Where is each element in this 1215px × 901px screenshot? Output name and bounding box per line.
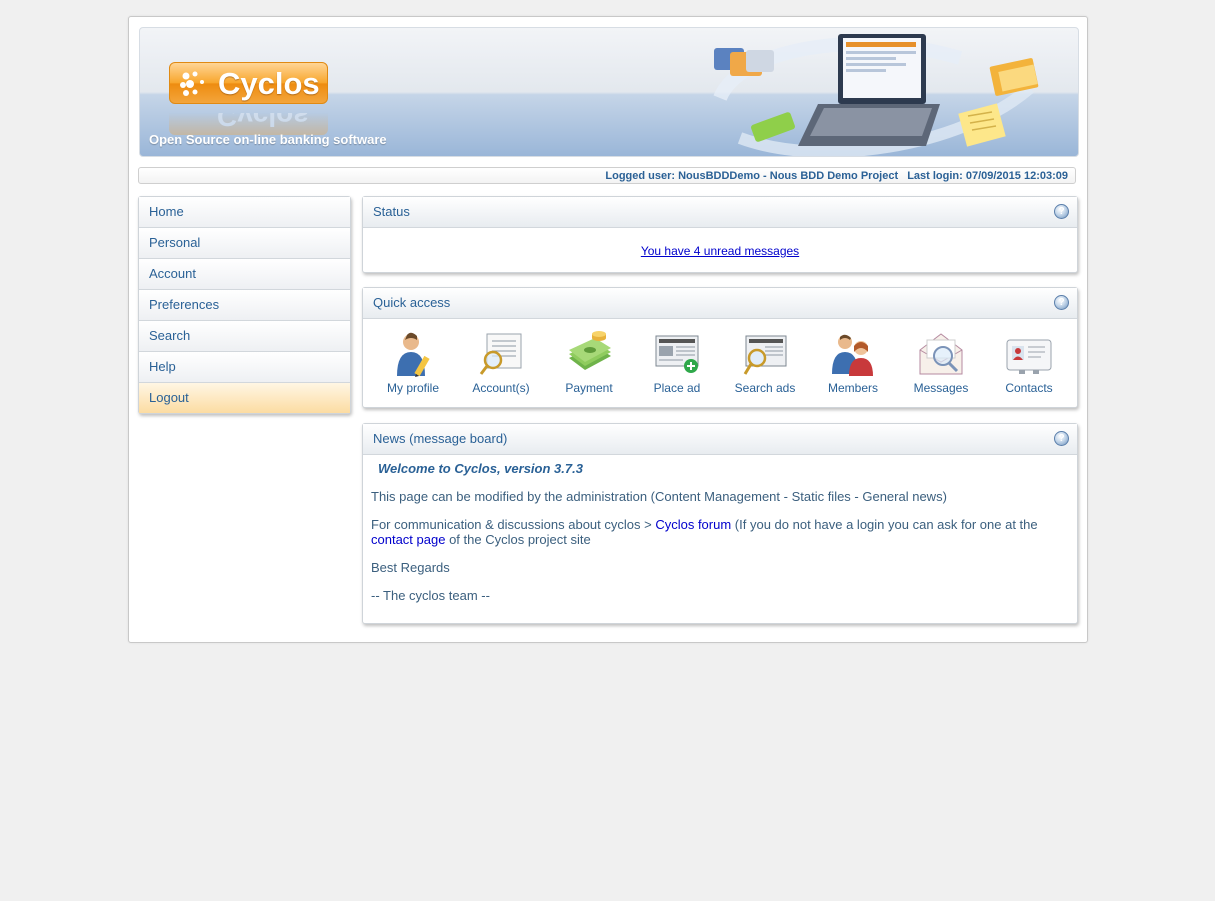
accounts-icon (479, 333, 522, 375)
quick-access-label: Place ad (653, 381, 701, 395)
quick-access-place-ad[interactable]: Place ad (633, 330, 721, 395)
quick-access-label: Search ads (734, 381, 796, 395)
menu-item-preferences[interactable]: Preferences (139, 290, 350, 321)
help-icon[interactable]: ? (1054, 204, 1069, 219)
status-title: Status (373, 204, 410, 219)
quick-access-title: Quick access (373, 295, 451, 310)
contact-page-link[interactable]: contact page (371, 532, 445, 547)
menu-item-home[interactable]: Home (139, 197, 350, 228)
news-signature: -- The cyclos team -- (371, 588, 490, 603)
unread-messages-link[interactable]: You have 4 unread messages (641, 244, 799, 258)
menu-item-account[interactable]: Account (139, 259, 350, 290)
quick-access-label: Contacts (1005, 381, 1053, 395)
help-icon[interactable]: ? (1054, 431, 1069, 446)
cyclos-forum-link[interactable]: Cyclos forum (655, 517, 731, 532)
menu-item-personal[interactable]: Personal (139, 228, 350, 259)
members-icon (832, 334, 873, 376)
news-regards: Best Regards (371, 560, 450, 575)
quick-access-search-ads[interactable]: Search ads (721, 330, 809, 395)
tagline: Open Source on-line banking software (149, 132, 387, 147)
news-title: News (message board) (373, 431, 508, 446)
logo-dots-icon (180, 71, 204, 96)
quick-access-label: Payment (565, 381, 613, 395)
menu-item-logout[interactable]: Logout (139, 383, 350, 413)
quick-access-messages[interactable]: Messages (897, 330, 985, 395)
news-panel: News (message board) ? Welcome to Cyclos… (362, 423, 1078, 624)
menu-item-help[interactable]: Help (139, 352, 350, 383)
search-ads-icon (743, 335, 787, 375)
quick-access-accounts[interactable]: Account(s) (457, 330, 545, 395)
quick-access-label: Messages (913, 381, 969, 395)
cyclos-logo: Cyclos (169, 62, 328, 104)
quick-access-members[interactable]: Members (809, 330, 897, 395)
menu-item-search[interactable]: Search (139, 321, 350, 352)
news-welcome-heading: Welcome to Cyclos, version 3.7.3 (378, 461, 583, 476)
status-panel: Status ? You have 4 unread messages (362, 196, 1078, 273)
profile-icon (397, 332, 430, 377)
news-paragraph: This page can be modified by the adminis… (371, 489, 947, 504)
status-panel-header: Status ? (363, 197, 1077, 228)
quick-access-label: My profile (386, 381, 439, 395)
quick-access-panel: Quick access ? My profile Account(s) Pay… (362, 287, 1078, 408)
news-paragraph: For communication & discussions about cy… (371, 517, 1038, 547)
logged-user-text: Logged user: NousBDDDemo - Nous BDD Demo… (605, 170, 899, 182)
quick-access-label: Account(s) (472, 381, 530, 395)
news-panel-header: News (message board) ? (363, 424, 1077, 455)
page-container: Cyclos Cyclos Open Source on-line bankin… (128, 16, 1088, 643)
quick-access-label: Members (827, 381, 878, 395)
help-icon[interactable]: ? (1054, 295, 1069, 310)
contacts-icon (1006, 339, 1052, 374)
main-menu: Home Personal Account Preferences Search… (138, 196, 351, 414)
messages-icon (919, 333, 963, 375)
quick-access-header: Quick access ? (363, 288, 1077, 319)
quick-access-my-profile[interactable]: My profile (369, 330, 457, 395)
last-login-text: Last login: 07/09/2015 12:03:09 (907, 170, 1068, 182)
quick-access-payment[interactable]: Payment (545, 330, 633, 395)
news-content: Welcome to Cyclos, version 3.7.3 This pa… (363, 455, 1077, 623)
payment-icon (569, 331, 611, 370)
header-banner: Cyclos Cyclos Open Source on-line bankin… (139, 27, 1079, 157)
logged-user-bar: Logged user: NousBDDDemo - Nous BDD Demo… (138, 167, 1076, 184)
quick-access-contacts[interactable]: Contacts (985, 330, 1073, 395)
banner-illustration-icon (713, 34, 1039, 156)
place-ad-icon (655, 335, 699, 373)
